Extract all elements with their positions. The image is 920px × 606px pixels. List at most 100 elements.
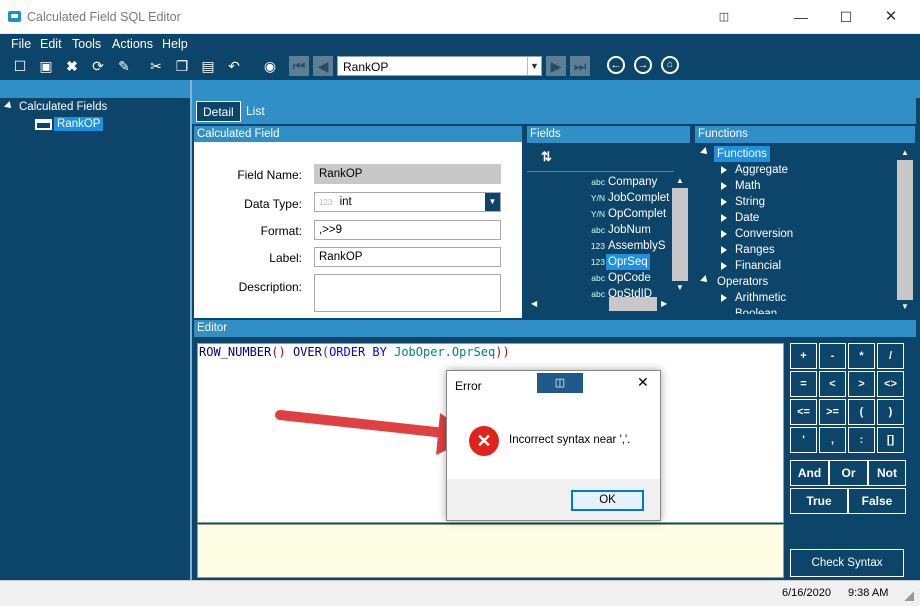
undo-icon[interactable]: ↶ xyxy=(224,56,244,76)
calc-button-comma[interactable]: , xyxy=(819,427,846,453)
clear-brush-icon[interactable]: ✎ xyxy=(114,56,134,76)
calc-button-minus[interactable]: - xyxy=(819,343,846,369)
field-name-input[interactable]: RankOP xyxy=(314,164,501,184)
maximize-button[interactable]: ☐ xyxy=(835,6,857,28)
tab-list[interactable]: List xyxy=(240,101,271,122)
functions-root[interactable]: Functions xyxy=(714,146,770,162)
back-icon[interactable]: ← xyxy=(607,56,625,74)
calc-button-divide[interactable]: / xyxy=(877,343,904,369)
collapsed-arrow-icon[interactable] xyxy=(721,198,727,206)
function-category[interactable]: Financial xyxy=(735,258,781,274)
dialog-close-icon[interactable]: ✕ xyxy=(637,374,649,391)
record-combo[interactable]: RankOP ▼ xyxy=(337,56,542,76)
calc-button-less-equal[interactable]: <= xyxy=(790,399,817,425)
delete-icon[interactable]: ✖ xyxy=(62,56,82,76)
menu-edit[interactable]: Edit xyxy=(40,37,62,51)
tree-item-rankop[interactable]: RankOP xyxy=(54,117,104,131)
calc-button-multiply[interactable]: * xyxy=(848,343,875,369)
field-item[interactable]: abc Company xyxy=(527,174,671,190)
collapsed-arrow-icon[interactable] xyxy=(721,262,727,270)
description-input[interactable] xyxy=(314,274,501,312)
dialog-layout-icon[interactable]: ◫ xyxy=(537,373,583,393)
menu-file[interactable]: File xyxy=(11,37,31,51)
binoculars-icon[interactable]: ◉ xyxy=(260,56,280,76)
home-icon[interactable]: ⌂ xyxy=(661,56,679,74)
chevron-down-icon[interactable]: ▼ xyxy=(527,57,541,75)
function-category[interactable]: Aggregate xyxy=(735,162,788,178)
save-icon[interactable]: ▣ xyxy=(36,56,56,76)
refresh-icon[interactable]: ⟳ xyxy=(88,56,108,76)
calc-button-plus[interactable]: + xyxy=(790,343,817,369)
calc-button-greater-equal[interactable]: >= xyxy=(819,399,846,425)
false-button[interactable]: False xyxy=(848,488,906,514)
scroll-down-icon[interactable]: ▼ xyxy=(672,281,688,295)
function-category[interactable]: Ranges xyxy=(735,242,775,258)
menu-help[interactable]: Help xyxy=(162,37,188,51)
or-button[interactable]: Or xyxy=(829,460,868,486)
function-category[interactable]: Math xyxy=(735,178,761,194)
hscroll-thumb[interactable] xyxy=(609,297,657,311)
calc-button-brackets[interactable]: [] xyxy=(877,427,904,453)
calc-button-open-paren[interactable]: ( xyxy=(848,399,875,425)
functions-vscrollbar[interactable]: ▲ ▼ xyxy=(897,146,913,314)
next-record-icon[interactable]: ▶ xyxy=(546,56,566,76)
copy-icon[interactable]: ❐ xyxy=(172,56,192,76)
calc-button-greater[interactable]: > xyxy=(848,371,875,397)
field-item-selected[interactable]: 123 OprSeq xyxy=(527,254,671,270)
operator-category[interactable]: Arithmetic xyxy=(735,290,786,306)
field-item[interactable]: Y/N OpComplet xyxy=(527,206,671,222)
and-button[interactable]: And xyxy=(790,460,829,486)
syntax-output-area[interactable] xyxy=(197,524,784,578)
operators-node[interactable]: Operators xyxy=(717,274,768,290)
sort-az-icon[interactable]: ⇅ xyxy=(541,149,552,165)
field-item[interactable]: abc JobNum xyxy=(527,222,671,238)
restore-layout-icon[interactable]: ◫ xyxy=(713,6,735,28)
collapsed-arrow-icon[interactable] xyxy=(721,214,727,222)
true-button[interactable]: True xyxy=(790,488,848,514)
operator-category[interactable]: Boolean xyxy=(735,306,777,314)
field-item[interactable]: Y/N JobComplet xyxy=(527,190,671,206)
function-category[interactable]: Conversion xyxy=(735,226,793,242)
data-type-select[interactable]: 123 int ▼ xyxy=(314,192,501,212)
field-item[interactable]: 123 AssemblyS xyxy=(527,238,671,254)
menu-tools[interactable]: Tools xyxy=(72,37,101,51)
not-button[interactable]: Not xyxy=(868,460,906,486)
collapsed-arrow-icon[interactable] xyxy=(721,294,727,302)
forward-icon[interactable]: → xyxy=(634,56,652,74)
ok-button[interactable]: OK xyxy=(571,490,644,511)
collapsed-arrow-icon[interactable] xyxy=(721,166,727,174)
check-syntax-button[interactable]: Check Syntax xyxy=(790,549,904,577)
field-item[interactable]: abc OpCode xyxy=(527,270,671,286)
chevron-down-icon[interactable]: ▼ xyxy=(485,193,500,211)
scroll-right-icon[interactable]: ▶ xyxy=(661,297,667,311)
format-input[interactable]: ,>>9 xyxy=(314,220,501,240)
calc-button-quote[interactable]: ' xyxy=(790,427,817,453)
fields-vscrollbar[interactable]: ▲ ▼ xyxy=(672,174,688,295)
tree-root-label[interactable]: Calculated Fields xyxy=(19,101,107,113)
scroll-left-icon[interactable]: ◀ xyxy=(531,297,537,311)
minimize-button[interactable]: — xyxy=(790,6,812,28)
function-category[interactable]: Date xyxy=(735,210,759,226)
calc-button-close-paren[interactable]: ) xyxy=(877,399,904,425)
resize-grip-icon[interactable] xyxy=(904,591,914,601)
last-record-icon[interactable]: ⏭ xyxy=(570,56,590,76)
scroll-down-icon[interactable]: ▼ xyxy=(897,300,913,314)
function-category[interactable]: String xyxy=(735,194,765,210)
scroll-up-icon[interactable]: ▲ xyxy=(672,174,688,188)
scroll-up-icon[interactable]: ▲ xyxy=(897,146,913,160)
close-button[interactable]: ✕ xyxy=(880,6,902,28)
calc-button-colon[interactable]: : xyxy=(848,427,875,453)
first-record-icon[interactable]: ⏮ xyxy=(289,56,309,76)
fields-hscrollbar[interactable]: ◀ ▶ xyxy=(527,297,672,311)
menu-actions[interactable]: Actions xyxy=(112,37,153,51)
calc-button-not-equal[interactable]: <> xyxy=(877,371,904,397)
calc-button-equals[interactable]: = xyxy=(790,371,817,397)
new-icon[interactable]: ☐ xyxy=(10,56,30,76)
tree-expand-icon[interactable] xyxy=(700,275,710,285)
label-input[interactable]: RankOP xyxy=(314,247,501,267)
collapsed-arrow-icon[interactable] xyxy=(721,230,727,238)
tab-detail[interactable]: Detail xyxy=(196,101,241,122)
tree-expand-icon[interactable] xyxy=(700,147,710,157)
collapsed-arrow-icon[interactable] xyxy=(721,182,727,190)
collapsed-arrow-icon[interactable] xyxy=(721,246,727,254)
